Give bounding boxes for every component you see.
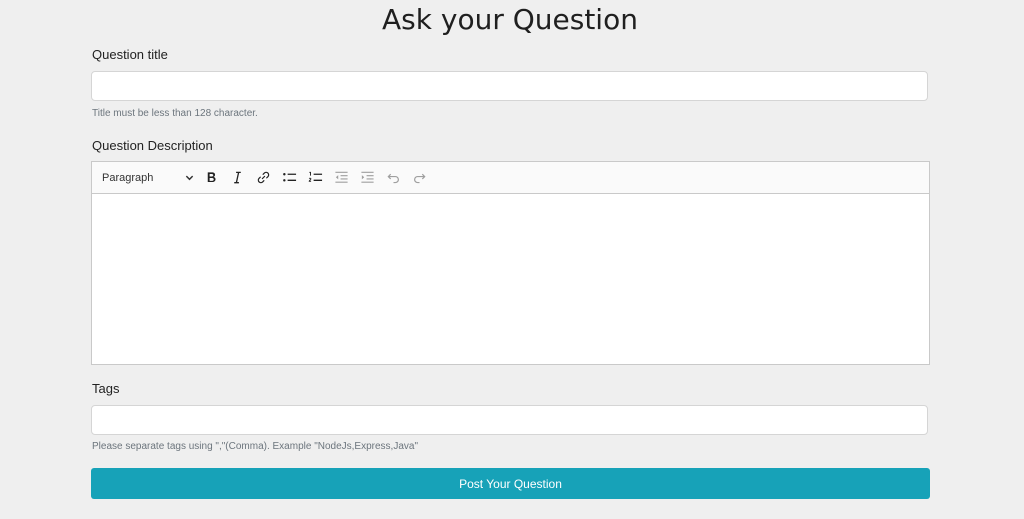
question-description-label: Question Description (92, 138, 213, 153)
outdent-button[interactable] (328, 166, 354, 190)
ask-question-page: Ask your Question Question title Title m… (0, 0, 1024, 519)
link-button[interactable] (250, 166, 276, 190)
bold-button[interactable] (198, 166, 224, 190)
undo-icon (386, 173, 399, 184)
undo-button[interactable] (380, 166, 406, 190)
tags-input[interactable] (91, 405, 928, 435)
numbered-list-icon (308, 171, 322, 182)
tags-help-text: Please separate tags using ","(Comma). E… (92, 441, 419, 452)
tags-label: Tags (92, 381, 120, 396)
redo-button[interactable] (406, 166, 432, 190)
question-title-help-text: Title must be less than 128 character. (92, 108, 258, 119)
question-title-input[interactable] (91, 71, 928, 101)
italic-icon (233, 171, 241, 184)
post-question-button[interactable]: Post Your Question (91, 468, 930, 499)
rich-text-editor: Paragraph (91, 161, 930, 365)
chevron-down-icon (185, 175, 194, 181)
outdent-icon (334, 171, 348, 183)
bold-icon (207, 172, 216, 182)
redo-icon (413, 173, 426, 184)
bulleted-list-button[interactable] (276, 166, 302, 190)
heading-dropdown-value: Paragraph (102, 171, 154, 184)
question-title-label: Question title (92, 47, 168, 62)
bulleted-list-icon (282, 173, 296, 182)
editor-content-area[interactable] (92, 194, 929, 364)
heading-dropdown[interactable]: Paragraph (102, 172, 194, 184)
numbered-list-button[interactable] (302, 166, 328, 190)
editor-toolbar: Paragraph (92, 162, 929, 194)
indent-icon (360, 171, 374, 183)
link-icon (257, 171, 269, 184)
page-title: Ask your Question (382, 3, 638, 36)
italic-button[interactable] (224, 166, 250, 190)
indent-button[interactable] (354, 166, 380, 190)
